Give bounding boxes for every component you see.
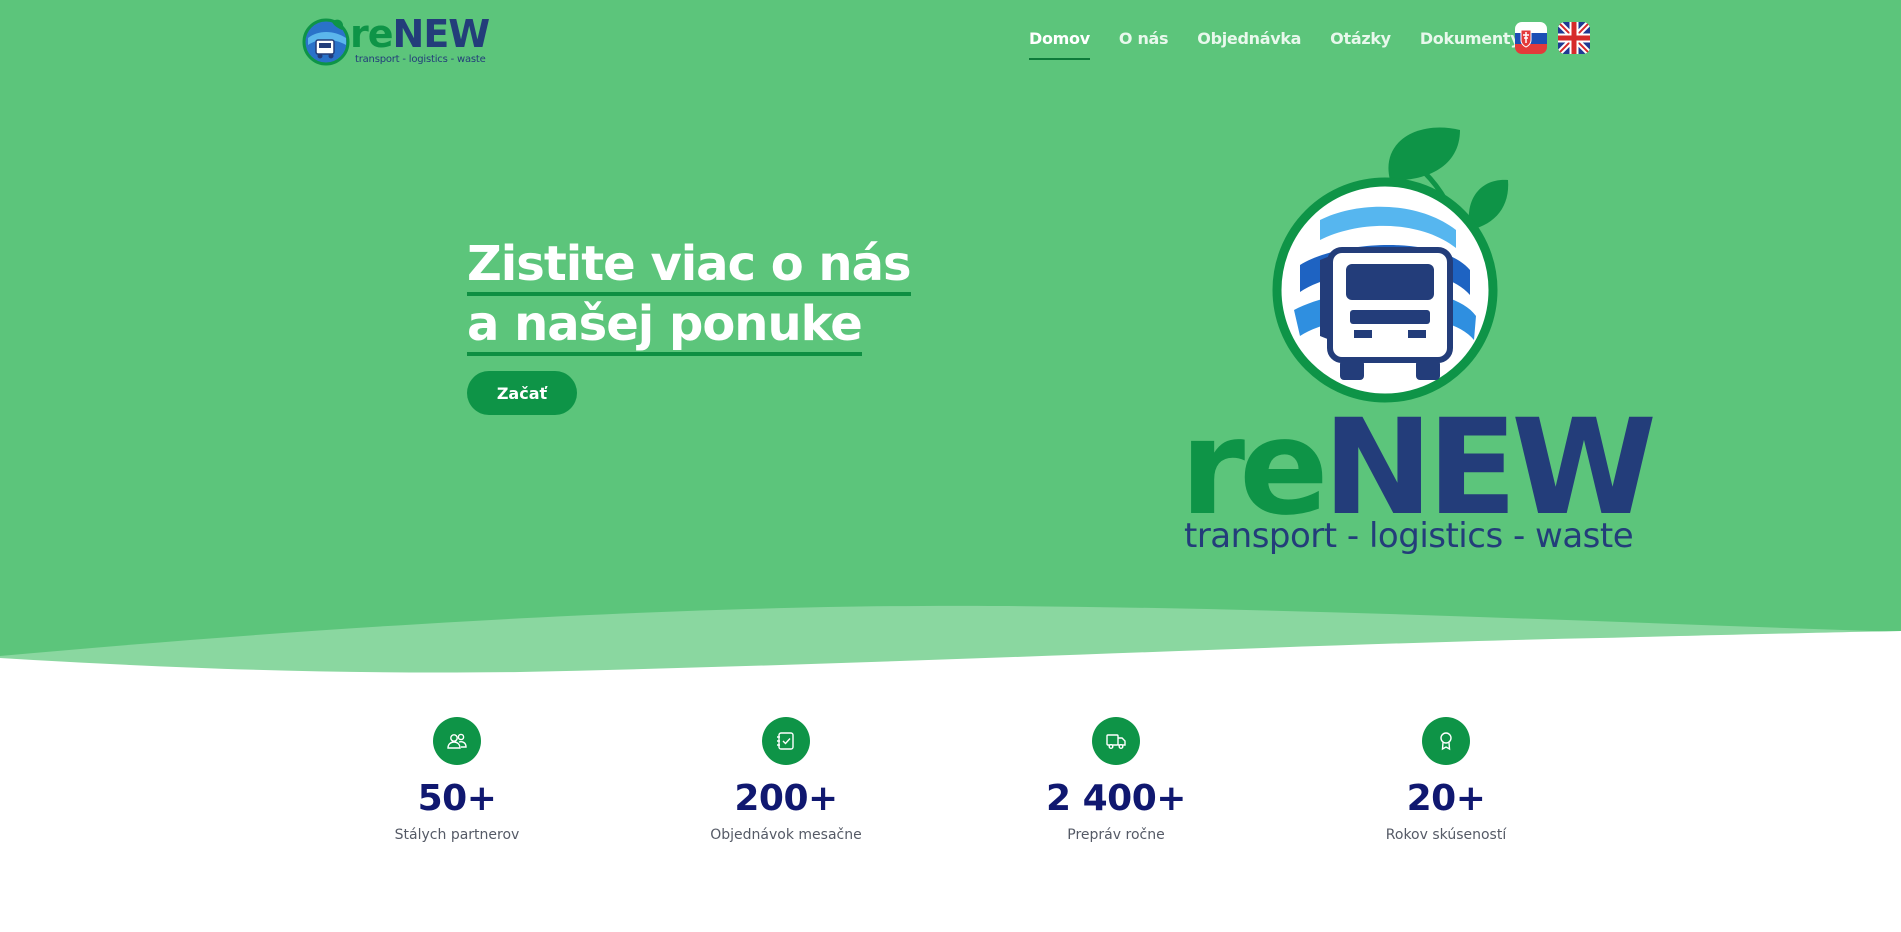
logo-globe-icon [302,18,350,66]
hero-title-line-2: a našej ponuke [467,296,863,356]
stat-value: 50+ [417,778,497,819]
globe-truck-emblem-icon [1272,127,1509,403]
start-button[interactable]: Začať [467,371,577,415]
main-navigation: Domov O nás Objednávka Otázky Dokumenty [1029,26,1538,60]
slovak-flag-icon[interactable] [1515,22,1547,54]
hero-logo-tagline: transport - logistics - waste [1184,516,1634,556]
stat-label: Rokov skúseností [1385,827,1507,843]
hero-section [0,0,1901,680]
stat-value: 20+ [1406,778,1486,819]
hero-wave-divider [0,605,1901,690]
orders-icon [762,717,810,765]
award-icon [1422,717,1470,765]
uk-flag-icon[interactable] [1558,22,1590,54]
stat-label: Objednávok mesačne [710,827,862,843]
stat-value: 2 400+ [1046,778,1186,819]
hero-brand-logo: reNEW transport - logistics - waste [1180,120,1657,570]
truck-icon [1092,717,1140,765]
stat-experience: 20+ Rokov skúseností [1336,717,1556,843]
stat-label: Stálych partnerov [394,827,520,843]
logo-wordmark: reNEW [350,12,490,56]
partners-icon [433,717,481,765]
stat-partners: 50+ Stálych partnerov [347,717,567,843]
nav-item-dokumenty-label: Dokumenty [1419,28,1521,48]
stat-transports: 2 400+ Prepráv ročne [1006,717,1226,843]
nav-item-otazky[interactable]: Otázky [1330,29,1391,48]
hero-title: Zistite viac o nás a našej ponuke [467,236,912,356]
stat-orders: 200+ Objednávok mesačne [676,717,896,843]
hero-title-line-1: Zistite viac o nás [467,236,912,296]
site-logo[interactable]: reNEW transport - logistics - waste [302,8,490,70]
logo-tagline: transport - logistics - waste [355,54,486,65]
nav-item-objednavka[interactable]: Objednávka [1197,29,1301,48]
nav-item-domov[interactable]: Domov [1029,29,1090,60]
stat-value: 200+ [734,778,838,819]
nav-item-o-nas[interactable]: O nás [1119,29,1169,48]
stat-label: Prepráv ročne [1067,827,1165,843]
